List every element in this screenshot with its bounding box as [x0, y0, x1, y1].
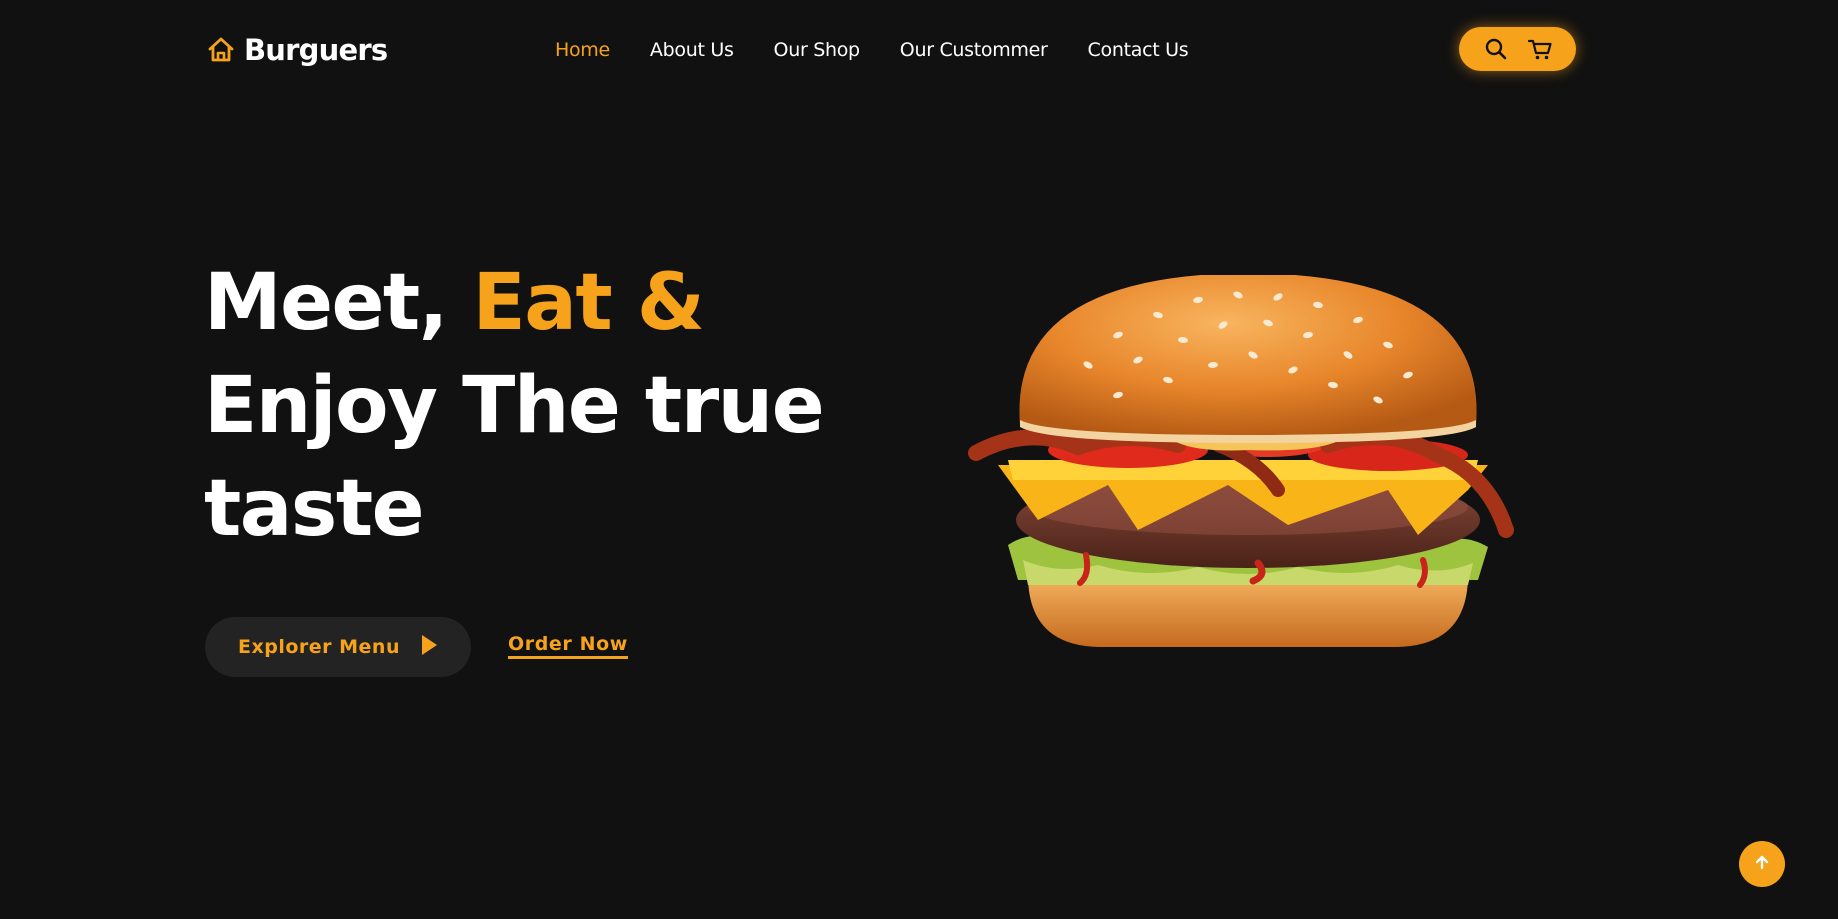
hero-title-line2: Enjoy The true: [204, 361, 825, 451]
main-nav: Home About Us Our Shop Our Custommer Con…: [555, 36, 1228, 64]
nav-our-shop[interactable]: Our Shop: [774, 39, 861, 61]
nav-about-us[interactable]: About Us: [650, 39, 734, 61]
hero-title-part: Meet,: [204, 258, 473, 348]
hero-title: Meet, Eat & Enjoy The true taste: [204, 252, 844, 561]
scroll-to-top-button[interactable]: [1739, 841, 1785, 887]
header-actions: [1459, 27, 1576, 71]
hero-title-accent: Eat &: [472, 258, 705, 348]
nav-contact-us[interactable]: Contact Us: [1088, 39, 1189, 61]
brand-logo[interactable]: Burguers: [206, 30, 388, 70]
nav-home[interactable]: Home: [555, 39, 610, 61]
explore-menu-button[interactable]: Explorer Menu: [205, 617, 471, 677]
nav-our-customer[interactable]: Our Custommer: [900, 39, 1048, 61]
play-icon: [420, 634, 438, 660]
search-icon[interactable]: [1483, 36, 1509, 62]
explore-menu-label: Explorer Menu: [238, 636, 400, 658]
cart-icon[interactable]: [1527, 36, 1553, 62]
home-icon: [206, 35, 236, 65]
brand-name: Burguers: [244, 33, 388, 67]
burger-image: [968, 273, 1530, 655]
arrow-up-icon: [1754, 854, 1770, 874]
site-header: Burguers Home About Us Our Shop Our Cust…: [0, 0, 1838, 100]
hero-title-line3: taste: [204, 464, 425, 554]
order-now-link[interactable]: Order Now: [508, 633, 628, 659]
